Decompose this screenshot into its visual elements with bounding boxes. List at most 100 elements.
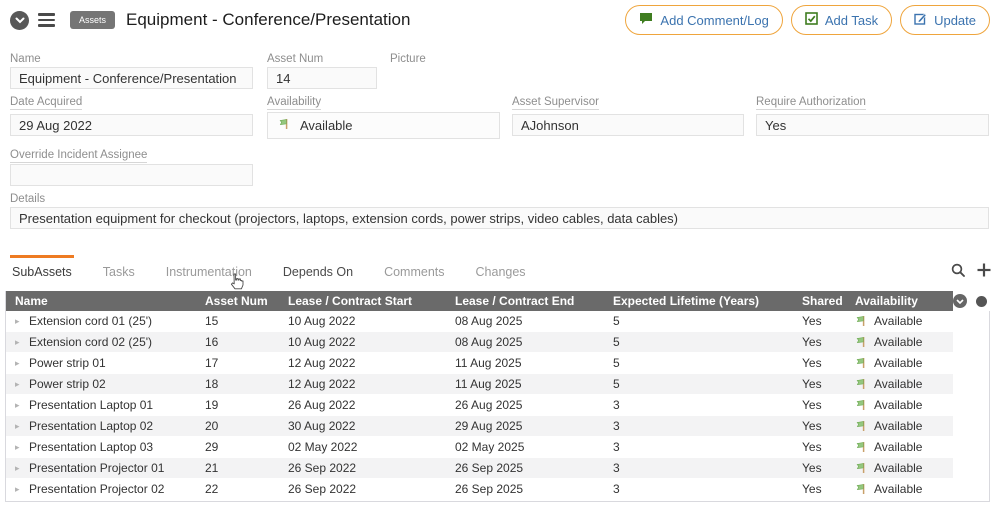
col-header-lease-end[interactable]: Lease / Contract End xyxy=(451,294,609,308)
table-header-row: Name Asset Num Lease / Contract Start Le… xyxy=(6,291,989,311)
asset-supervisor-field[interactable]: AJohnson xyxy=(512,114,744,136)
row-asset-num: 15 xyxy=(201,311,284,331)
col-header-lease-start[interactable]: Lease / Contract Start xyxy=(284,294,451,308)
collapse-chevron-icon[interactable] xyxy=(10,11,29,30)
green-flag-icon xyxy=(855,378,867,390)
row-expand-arrow-icon[interactable]: ▸ xyxy=(15,358,22,369)
green-flag-icon xyxy=(855,315,867,327)
tab-instrumentation[interactable]: Instrumentation xyxy=(164,255,254,279)
row-shared: Yes xyxy=(798,437,851,457)
override-incident-assignee-label: Override Incident Assignee xyxy=(10,149,147,163)
row-expand-arrow-icon[interactable]: ▸ xyxy=(15,421,22,432)
table-tools xyxy=(950,262,992,278)
row-expand-arrow-icon[interactable]: ▸ xyxy=(15,337,22,348)
table-collapse-chevron-icon[interactable] xyxy=(953,294,967,308)
date-acquired-field[interactable]: 29 Aug 2022 xyxy=(10,114,253,136)
row-expand-arrow-icon[interactable]: ▸ xyxy=(15,463,22,474)
row-name: Presentation Laptop 02 xyxy=(29,419,153,433)
row-lifetime: 5 xyxy=(609,374,798,394)
update-button[interactable]: Update xyxy=(900,5,990,35)
table-body: ▸ Extension cord 01 (25') 15 10 Aug 2022… xyxy=(6,311,989,500)
col-header-name[interactable]: Name xyxy=(6,294,201,308)
row-expand-arrow-icon[interactable]: ▸ xyxy=(15,400,22,411)
row-lease-start: 12 Aug 2022 xyxy=(284,374,451,394)
menu-hamburger-icon[interactable] xyxy=(38,11,55,29)
details-field[interactable]: Presentation equipment for checkout (pro… xyxy=(10,207,989,229)
row-name: Power strip 02 xyxy=(29,377,106,391)
col-header-lifetime[interactable]: Expected Lifetime (Years) xyxy=(609,294,798,308)
row-lease-end: 02 May 2025 xyxy=(451,437,609,457)
row-availability: Available xyxy=(874,440,922,454)
table-row[interactable]: ▸ Extension cord 01 (25') 15 10 Aug 2022… xyxy=(6,311,953,332)
row-availability: Available xyxy=(874,377,922,391)
row-lifetime: 3 xyxy=(609,479,798,499)
row-availability: Available xyxy=(874,314,922,328)
row-expand-arrow-icon[interactable]: ▸ xyxy=(15,379,22,390)
row-lease-end: 26 Aug 2025 xyxy=(451,395,609,415)
row-lifetime: 3 xyxy=(609,395,798,415)
comment-icon xyxy=(639,12,653,28)
row-asset-num: 17 xyxy=(201,353,284,373)
row-availability: Available xyxy=(874,398,922,412)
tab-depends-on[interactable]: Depends On xyxy=(281,255,355,279)
picture-label: Picture xyxy=(390,53,426,65)
row-lease-start: 26 Sep 2022 xyxy=(284,479,451,499)
row-lease-end: 26 Sep 2025 xyxy=(451,458,609,478)
table-row[interactable]: ▸ Power strip 01 17 12 Aug 2022 11 Aug 2… xyxy=(6,353,953,374)
row-lease-start: 30 Aug 2022 xyxy=(284,416,451,436)
date-acquired-label: Date Acquired xyxy=(10,96,82,110)
table-row[interactable]: ▸ Presentation Laptop 01 19 26 Aug 2022 … xyxy=(6,395,953,416)
table-row[interactable]: ▸ Presentation Laptop 02 20 30 Aug 2022 … xyxy=(6,416,953,437)
row-asset-num: 18 xyxy=(201,374,284,394)
subassets-table: Name Asset Num Lease / Contract Start Le… xyxy=(5,291,990,502)
add-comment-log-button[interactable]: Add Comment/Log xyxy=(625,5,782,35)
row-lease-end: 08 Aug 2025 xyxy=(451,332,609,352)
col-header-asset-num[interactable]: Asset Num xyxy=(201,294,284,308)
table-row[interactable]: ▸ Power strip 02 18 12 Aug 2022 11 Aug 2… xyxy=(6,374,953,395)
page-title: Equipment - Conference/Presentation xyxy=(126,10,410,30)
tab-changes[interactable]: Changes xyxy=(474,255,528,279)
row-lease-start: 26 Sep 2022 xyxy=(284,458,451,478)
asset-detail-page: Assets Equipment - Conference/Presentati… xyxy=(0,0,1000,507)
override-incident-assignee-field[interactable] xyxy=(10,164,253,186)
search-icon[interactable] xyxy=(950,262,966,278)
require-authorization-label: Require Authorization xyxy=(756,96,866,110)
row-lifetime: 5 xyxy=(609,353,798,373)
col-header-availability[interactable]: Availability xyxy=(851,294,953,308)
add-row-plus-icon[interactable] xyxy=(976,262,992,278)
row-name: Presentation Projector 02 xyxy=(29,482,164,496)
table-row[interactable]: ▸ Presentation Laptop 03 29 02 May 2022 … xyxy=(6,437,953,458)
row-asset-num: 20 xyxy=(201,416,284,436)
green-flag-icon xyxy=(855,336,867,348)
row-name: Presentation Laptop 01 xyxy=(29,398,153,412)
row-lease-end: 26 Sep 2025 xyxy=(451,479,609,499)
action-buttons: Add Comment/Log Add Task Update xyxy=(625,5,990,35)
row-lease-start: 10 Aug 2022 xyxy=(284,332,451,352)
add-task-button[interactable]: Add Task xyxy=(791,5,892,35)
row-shared: Yes xyxy=(798,395,851,415)
row-availability: Available xyxy=(874,419,922,433)
row-shared: Yes xyxy=(798,458,851,478)
tab-bar: SubAssets Tasks Instrumentation Depends … xyxy=(0,255,1000,287)
table-row[interactable]: ▸ Extension cord 02 (25') 16 10 Aug 2022… xyxy=(6,332,953,353)
name-field[interactable]: Equipment - Conference/Presentation xyxy=(10,67,253,89)
row-shared: Yes xyxy=(798,416,851,436)
require-authorization-field[interactable]: Yes xyxy=(756,114,989,136)
table-row[interactable]: ▸ Presentation Projector 01 21 26 Sep 20… xyxy=(6,458,953,479)
asset-num-label: Asset Num xyxy=(267,53,323,65)
row-availability: Available xyxy=(874,482,922,496)
row-expand-arrow-icon[interactable]: ▸ xyxy=(15,442,22,453)
row-name: Power strip 01 xyxy=(29,356,106,370)
availability-field[interactable]: Available xyxy=(267,112,500,139)
row-expand-arrow-icon[interactable]: ▸ xyxy=(15,316,22,327)
table-row[interactable]: ▸ Presentation Projector 02 22 26 Sep 20… xyxy=(6,479,953,500)
tab-comments[interactable]: Comments xyxy=(382,255,446,279)
tab-subassets[interactable]: SubAssets xyxy=(10,255,74,279)
row-expand-arrow-icon[interactable]: ▸ xyxy=(15,484,22,495)
col-header-shared[interactable]: Shared xyxy=(798,294,851,308)
table-options-dot-icon[interactable] xyxy=(976,296,987,307)
green-flag-icon xyxy=(855,441,867,453)
row-shared: Yes xyxy=(798,332,851,352)
tab-tasks[interactable]: Tasks xyxy=(101,255,137,279)
asset-num-field[interactable]: 14 xyxy=(267,67,377,89)
